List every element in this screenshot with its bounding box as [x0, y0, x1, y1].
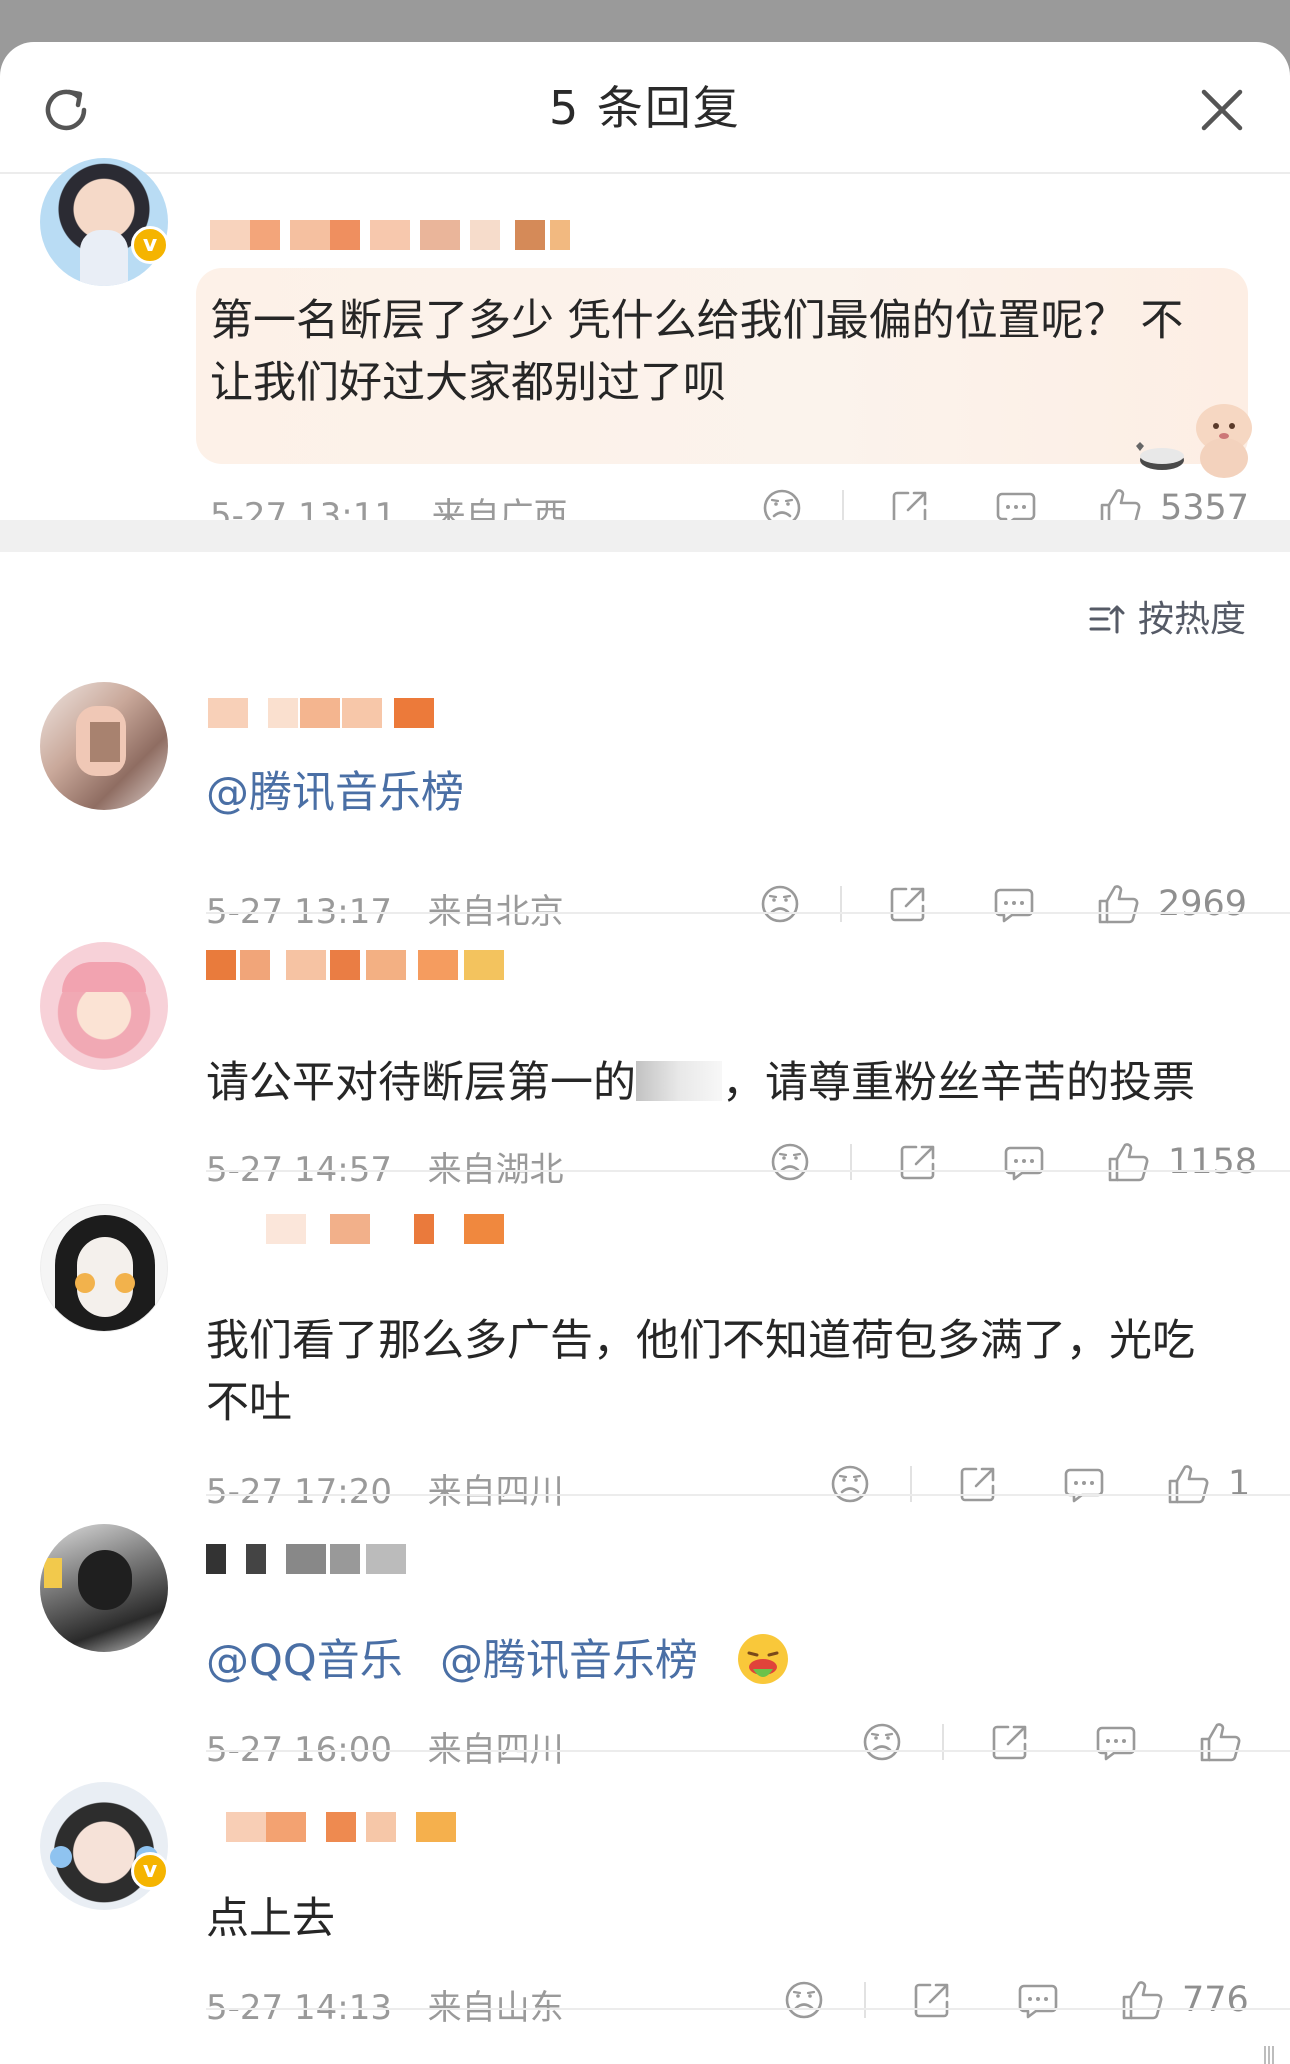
close-icon[interactable] — [1196, 84, 1248, 136]
divider — [206, 2008, 1290, 2010]
divider — [206, 1170, 1290, 1172]
divider — [206, 1494, 1290, 1496]
comment-text: 第一名断层了多少 凭什么给我们最偏的位置呢？ 不 让我们好过大家都别过了呗 — [210, 296, 1184, 408]
share-icon[interactable] — [894, 1138, 942, 1186]
sad-face-icon[interactable] — [858, 1718, 906, 1766]
vomit-emoji-icon — [738, 1634, 789, 1684]
comment-meta: 5-27 14:57 来自湖北 — [206, 1142, 564, 1191]
comment-meta: 5-27 16:00 来自四川 — [206, 1722, 564, 1771]
avatar[interactable] — [40, 1204, 168, 1332]
share-icon[interactable] — [908, 1976, 956, 2024]
section-divider — [0, 520, 1290, 552]
mention-link[interactable]: @腾讯音乐榜 — [206, 762, 464, 824]
sad-face-icon[interactable] — [780, 1976, 828, 2024]
comment-text: 请公平对待断层第一的 ，请尊重粉丝辛苦的投票 — [206, 1058, 1195, 1108]
separator — [864, 1982, 866, 2018]
separator — [840, 886, 842, 922]
sad-face-icon[interactable] — [826, 1460, 874, 1508]
action-bar: 776 — [780, 1976, 1260, 2024]
username-pixelated[interactable] — [208, 698, 438, 728]
like-count: 2969 — [1158, 884, 1248, 924]
divider — [206, 1750, 1290, 1752]
comment-meta: 5-27 13:17 来自北京 — [206, 884, 564, 933]
thumbs-up-icon[interactable] — [1094, 880, 1142, 928]
sheet-header: 5 条回复 — [0, 42, 1290, 174]
separator — [910, 1466, 912, 1502]
comment-location: 来自四川 — [427, 1472, 564, 1512]
thumbs-up-icon[interactable] — [1164, 1460, 1212, 1508]
verified-badge: v — [131, 1852, 169, 1890]
share-icon[interactable] — [986, 1718, 1034, 1766]
replies-sheet: 5 条回复 v 第一名断层了多少 凭什么给我们最偏的位置呢？ 不 让我们好过大家… — [0, 42, 1290, 2064]
comment-meta: 5-27 14:13 来自山东 — [206, 1980, 564, 2029]
mention-link[interactable]: @QQ音乐 — [206, 1636, 403, 1686]
comment-text: 我们看了那么多广告，他们不知道荷包多满了，光吃 不吐 — [206, 1316, 1195, 1428]
comment-icon[interactable] — [1092, 1718, 1140, 1766]
sad-face-icon[interactable] — [766, 1138, 814, 1186]
mention-link[interactable]: @腾讯音乐榜 — [440, 1636, 698, 1686]
thumbs-up-icon[interactable] — [1104, 1138, 1152, 1186]
action-bar: 1158 — [766, 1138, 1258, 1186]
username-pixelated[interactable] — [210, 220, 570, 250]
comment-icon[interactable] — [1014, 1976, 1062, 2024]
sort-toggle[interactable]: 按热度 — [1087, 590, 1246, 642]
action-bar: 2969 — [756, 880, 1248, 928]
comment-icon[interactable] — [1000, 1138, 1048, 1186]
page-title: 5 条回复 — [549, 81, 741, 135]
thumbs-up-icon[interactable] — [1118, 1976, 1166, 2024]
action-bar — [858, 1718, 1258, 1766]
like-count: 1 — [1228, 1464, 1251, 1504]
comment-meta: 5-27 17:20 来自四川 — [206, 1464, 564, 1513]
verified-badge: v — [131, 226, 169, 264]
separator — [850, 1144, 852, 1180]
comment-text: @QQ音乐 @腾讯音乐榜 — [206, 1630, 791, 1692]
username-pixelated[interactable] — [226, 1812, 476, 1842]
avatar[interactable] — [40, 1524, 168, 1652]
share-icon[interactable] — [954, 1460, 1002, 1508]
like-count: 776 — [1182, 1980, 1249, 2020]
avatar[interactable] — [40, 1782, 168, 1910]
scrollbar[interactable] — [1262, 2042, 1276, 2064]
like-count: 1158 — [1168, 1142, 1258, 1182]
comment-time: 5-27 17:20 — [206, 1472, 392, 1512]
avatar[interactable] — [40, 158, 168, 286]
bubble-sticker-icon — [1136, 404, 1252, 478]
comment-icon[interactable] — [1060, 1460, 1108, 1508]
redacted-blur — [636, 1061, 722, 1101]
username-pixelated[interactable] — [206, 1214, 526, 1244]
comment-icon[interactable] — [990, 880, 1038, 928]
sad-face-icon[interactable] — [756, 880, 804, 928]
separator — [942, 1724, 944, 1760]
avatar[interactable] — [40, 682, 168, 810]
username-pixelated[interactable] — [206, 1544, 426, 1574]
sort-icon — [1089, 605, 1125, 634]
divider — [206, 912, 1290, 914]
sort-label: 按热度 — [1137, 599, 1246, 640]
refresh-icon[interactable] — [38, 82, 94, 138]
comment-text: 点上去 — [206, 1894, 335, 1944]
thumbs-up-icon[interactable] — [1196, 1718, 1244, 1766]
username-pixelated[interactable] — [206, 950, 506, 980]
share-icon[interactable] — [884, 880, 932, 928]
avatar[interactable] — [40, 942, 168, 1070]
action-bar: 1 — [826, 1460, 1256, 1508]
